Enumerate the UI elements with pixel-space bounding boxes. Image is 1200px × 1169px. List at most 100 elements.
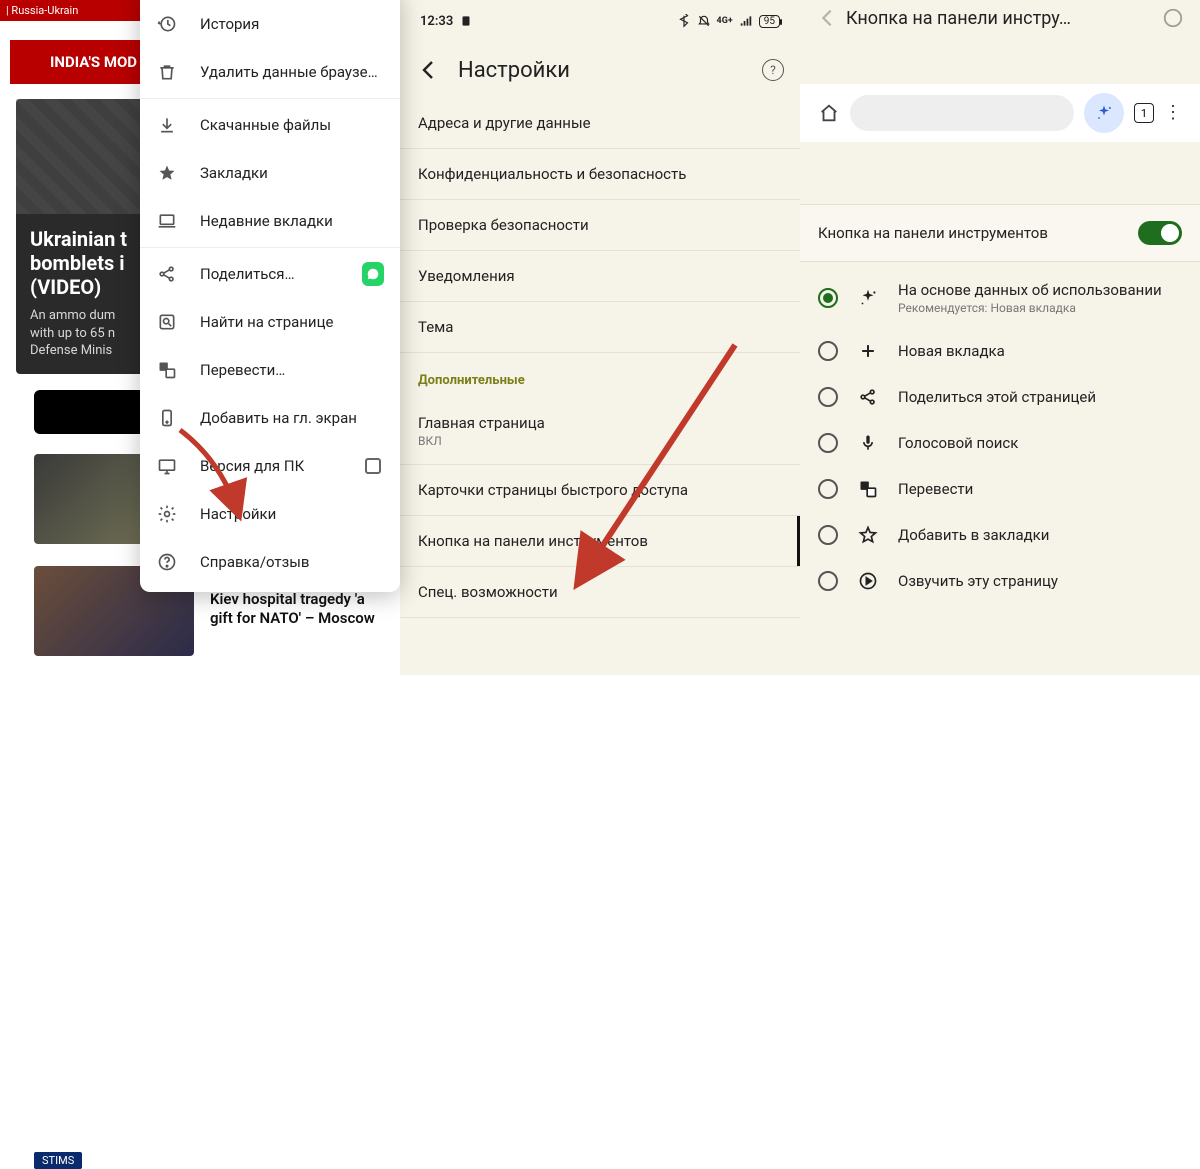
- option-new-tab-label: Новая вкладка: [898, 342, 1182, 360]
- back-icon[interactable]: [416, 58, 440, 82]
- radio-unchecked[interactable]: [818, 387, 838, 407]
- desktop-checkbox[interactable]: [362, 455, 384, 477]
- menu-add-home[interactable]: Добавить на гл. экран: [140, 394, 400, 442]
- toolbar-button-header: Кнопка на панели инстру…: [800, 0, 1200, 36]
- overflow-icon[interactable]: ⋮: [1164, 104, 1182, 122]
- back-icon[interactable]: [816, 7, 838, 29]
- help-icon[interactable]: ?: [762, 59, 784, 81]
- whatsapp-badge[interactable]: [362, 263, 384, 285]
- option-usage-sub: Рекомендуется: Новая вкладка: [898, 301, 1182, 315]
- sim-icon: [459, 14, 473, 28]
- tab-switcher[interactable]: 1: [1134, 103, 1154, 123]
- sparkle-button[interactable]: [1084, 93, 1124, 133]
- menu-help-label: Справка/отзыв: [200, 553, 384, 571]
- toolbar-preview: 1 ⋮: [800, 84, 1200, 142]
- menu-find[interactable]: Найти на странице: [140, 298, 400, 346]
- menu-recent-tabs[interactable]: Недавние вкладки: [140, 197, 400, 245]
- radio-unchecked[interactable]: [818, 479, 838, 499]
- settings-safety[interactable]: Проверка безопасности: [400, 200, 800, 251]
- menu-add-home-label: Добавить на гл. экран: [200, 409, 384, 427]
- share-icon: [856, 387, 880, 407]
- top-strip: | Russia-Ukrain: [0, 0, 140, 21]
- radio-unchecked[interactable]: [818, 433, 838, 453]
- option-translate[interactable]: Перевести: [800, 466, 1200, 512]
- settings-cards[interactable]: Карточки страницы быстрого доступа: [400, 465, 800, 516]
- menu-settings[interactable]: Настройки: [140, 490, 400, 538]
- menu-translate[interactable]: Перевести…: [140, 346, 400, 394]
- home-icon[interactable]: [818, 102, 840, 124]
- menu-recent-tabs-label: Недавние вкладки: [200, 212, 384, 230]
- bluetooth-icon: [677, 14, 691, 28]
- settings-notifications[interactable]: Уведомления: [400, 251, 800, 302]
- url-bar[interactable]: [850, 95, 1074, 131]
- menu-divider: [140, 98, 400, 99]
- screenshot-2: 12:33 4G+ 95 Настройки ? Адреса и другие…: [400, 0, 800, 675]
- settings-toolbar-button[interactable]: Кнопка на панели инструментов: [400, 516, 800, 567]
- option-read-label: Озвучить эту страницу: [898, 572, 1182, 590]
- menu-divider: [140, 247, 400, 248]
- option-read-aloud[interactable]: Озвучить эту страницу: [800, 558, 1200, 604]
- info-icon[interactable]: [1162, 7, 1184, 29]
- option-voice-label: Голосовой поиск: [898, 434, 1182, 452]
- menu-desktop[interactable]: Версия для ПК: [140, 442, 400, 490]
- menu-history[interactable]: История: [140, 0, 400, 48]
- option-new-tab[interactable]: Новая вкладка: [800, 328, 1200, 374]
- signal-icon: [739, 14, 753, 28]
- radio-unchecked[interactable]: [818, 571, 838, 591]
- menu-help[interactable]: Справка/отзыв: [140, 538, 400, 586]
- option-usage-based[interactable]: На основе данных об использовании Рекоме…: [800, 268, 1200, 328]
- option-usage-label: На основе данных об использовании: [898, 281, 1182, 299]
- download-icon: [156, 114, 178, 136]
- option-voice[interactable]: Голосовой поиск: [800, 420, 1200, 466]
- menu-downloads[interactable]: Скачанные файлы: [140, 101, 400, 149]
- help-icon: [156, 551, 178, 573]
- radio-checked[interactable]: [818, 288, 838, 308]
- history-icon: [156, 13, 178, 35]
- menu-bookmarks-label: Закладки: [200, 164, 384, 182]
- mic-icon: [856, 433, 880, 453]
- stims-badge: STIMS: [34, 1152, 82, 1169]
- toggle-switch-on[interactable]: [1138, 221, 1182, 245]
- menu-settings-label: Настройки: [200, 505, 384, 523]
- battery-icon: 95: [759, 15, 780, 28]
- play-circle-icon: [856, 571, 880, 591]
- settings-accessibility[interactable]: Спец. возможности: [400, 567, 800, 618]
- settings-homepage-label: Главная страница: [418, 414, 782, 432]
- news-thumb-2-caption[interactable]: Kiev hospital tragedy 'a gift for NATO' …: [210, 590, 385, 628]
- menu-history-label: История: [200, 15, 384, 33]
- translate-icon: [156, 359, 178, 381]
- share-icon: [156, 263, 178, 285]
- status-bar: 12:33 4G+ 95: [400, 0, 800, 42]
- menu-find-label: Найти на странице: [200, 313, 384, 331]
- radio-unchecked[interactable]: [818, 341, 838, 361]
- radio-unchecked[interactable]: [818, 525, 838, 545]
- option-share-label: Поделиться этой страницей: [898, 388, 1182, 406]
- gear-icon: [156, 503, 178, 525]
- option-bookmark-label: Добавить в закладки: [898, 526, 1182, 544]
- menu-downloads-label: Скачанные файлы: [200, 116, 384, 134]
- settings-theme[interactable]: Тема: [400, 302, 800, 353]
- status-time: 12:33: [420, 14, 453, 29]
- settings-addresses[interactable]: Адреса и другие данные: [400, 98, 800, 149]
- toggle-label: Кнопка на панели инструментов: [818, 224, 1048, 242]
- menu-clear-label: Удалить данные браузе…: [200, 63, 384, 81]
- find-icon: [156, 311, 178, 333]
- spacer: [800, 36, 1200, 84]
- spacer: [800, 142, 1200, 204]
- menu-desktop-label: Версия для ПК: [200, 457, 362, 475]
- settings-section-more: Дополнительные: [400, 353, 800, 398]
- toolbar-button-toggle-row[interactable]: Кнопка на панели инструментов: [800, 204, 1200, 262]
- settings-homepage[interactable]: Главная страница ВКЛ: [400, 398, 800, 465]
- translate-icon: [856, 479, 880, 499]
- option-share[interactable]: Поделиться этой страницей: [800, 374, 1200, 420]
- settings-privacy[interactable]: Конфиденциальность и безопасность: [400, 149, 800, 200]
- menu-clear-data[interactable]: Удалить данные браузе…: [140, 48, 400, 96]
- settings-title: Настройки: [458, 58, 762, 83]
- settings-toolbar-button-label: Кнопка на панели инструментов: [418, 532, 648, 550]
- menu-share-label: Поделиться…: [200, 265, 362, 283]
- menu-share[interactable]: Поделиться…: [140, 250, 400, 298]
- option-bookmark[interactable]: Добавить в закладки: [800, 512, 1200, 558]
- menu-bookmarks[interactable]: Закладки: [140, 149, 400, 197]
- settings-header: Настройки ?: [400, 42, 800, 98]
- add-home-icon: [156, 407, 178, 429]
